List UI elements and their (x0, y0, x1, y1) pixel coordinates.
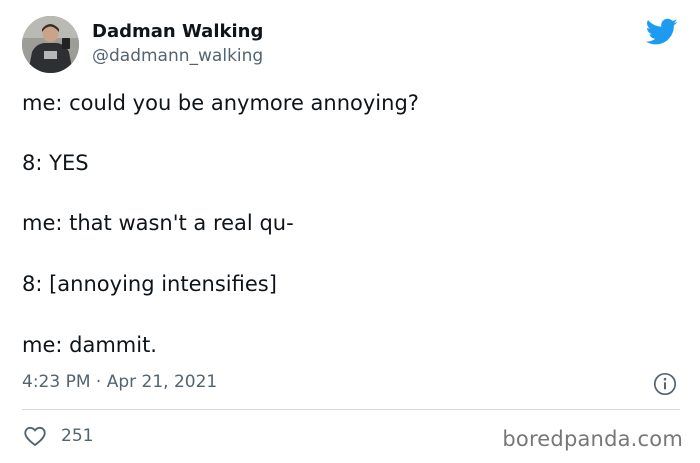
divider (22, 409, 680, 410)
like-count: 251 (61, 426, 94, 446)
avatar[interactable] (22, 16, 79, 73)
tweet-text-line: me: that wasn't a real qu- (22, 211, 294, 235)
twitter-bird-icon[interactable] (645, 18, 678, 46)
tweet-text-line: 8: [annoying intensifies] (22, 272, 277, 296)
avatar-photo-icon (22, 16, 79, 73)
user-handle[interactable]: @dadmann_walking (92, 45, 263, 67)
like-button[interactable]: 251 (22, 423, 93, 449)
tweet-text-line: me: dammit. (22, 333, 157, 357)
tweet-text-line: me: could you be anymore annoying? (22, 91, 419, 115)
tweet-card: Dadman Walking @dadmann_walking me: coul… (0, 0, 700, 463)
watermark: boredpanda.com (502, 427, 683, 451)
tweet-text-line: 8: YES (22, 151, 89, 175)
info-icon[interactable] (653, 372, 677, 396)
tweet-timestamp[interactable]: 4:23 PM · Apr 21, 2021 (22, 371, 217, 393)
display-name[interactable]: Dadman Walking (92, 21, 263, 43)
heart-icon (24, 426, 46, 446)
